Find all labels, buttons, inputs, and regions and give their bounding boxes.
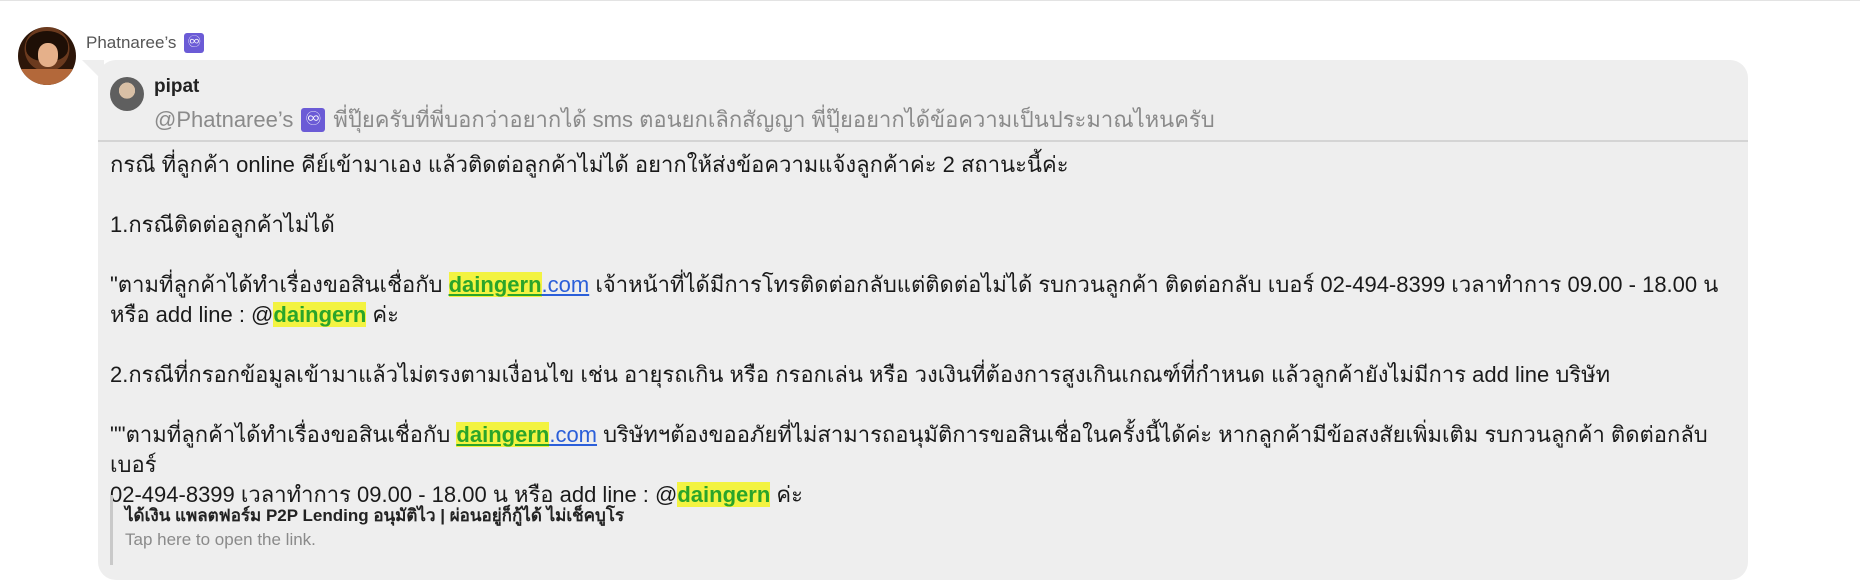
link-preview[interactable]: ได้เงิน แพลตฟอร์ม P2P Lending อนุมัติไว … [110,495,1613,565]
reply-text: พี่ปุ๊ยครับที่พี่บอกว่าอยากได้ sms ตอนยก… [333,107,1215,132]
case1-rest: เจ้าหน้าที่ได้มีการโทรติดต่อกลับแต่ติดต่… [589,272,1719,297]
infinity-badge-icon: ♾ [184,33,205,53]
infinity-badge-icon: ♾ [301,107,326,132]
sender-avatar[interactable] [18,27,76,85]
reply-author-avatar [110,77,144,111]
reply-preview-text: @Phatnaree’s ♾ พี่ปุ๊ยครับที่พี่บอกว่าอย… [154,102,1215,137]
daingern-link[interactable]: daingern.com [448,272,590,297]
case1-message: "ตามที่ลูกค้าได้ทำเรื่องขอสินเชื่อกับ da… [110,270,1730,330]
case2-title: 2.กรณีที่กรอกข้อมูลเข้ามาแล้วไม่ตรงตามเง… [110,362,1611,387]
reply-quote[interactable]: pipat @Phatnaree’s ♾ พี่ปุ๊ยครับที่พี่บอ… [98,60,1748,142]
link-preview-hint: Tap here to open the link. [125,530,316,549]
message-bubble[interactable]: pipat @Phatnaree’s ♾ พี่ปุ๊ยครับที่พี่บอ… [98,60,1748,580]
top-divider [0,0,1860,1]
case2-prefix: ""ตามที่ลูกค้าได้ทำเรื่องขอสินเชื่อกับ [110,422,457,447]
brand-highlight: daingern [448,272,542,297]
domain-suffix: .com [549,422,598,447]
case1-prefix: "ตามที่ลูกค้าได้ทำเรื่องขอสินเชื่อกับ [110,272,449,297]
sender-name[interactable]: Phatnaree’s [86,33,176,53]
intro-text: กรณี ที่ลูกค้า online คีย์เข้ามาเอง แล้ว… [110,152,1069,177]
case1-line2-prefix: หรือ add line : @ [110,302,274,327]
reply-mention: @Phatnaree’s [154,106,294,132]
case1-title: 1.กรณีติดต่อลูกค้าไม่ได้ [110,212,335,237]
reply-author-name: pipat [154,76,200,97]
message-body: กรณี ที่ลูกค้า online คีย์เข้ามาเอง แล้ว… [110,150,1730,510]
daingern-link[interactable]: daingern.com [456,422,597,447]
brand-highlight: daingern [456,422,550,447]
case1-line2-suffix: ค่ะ [366,302,399,327]
brand-highlight: daingern [273,302,367,327]
link-preview-title: ได้เงิน แพลตฟอร์ม P2P Lending อนุมัติไว … [125,506,625,525]
domain-suffix: .com [541,272,590,297]
sender-header: Phatnaree’s ♾ [86,33,205,53]
